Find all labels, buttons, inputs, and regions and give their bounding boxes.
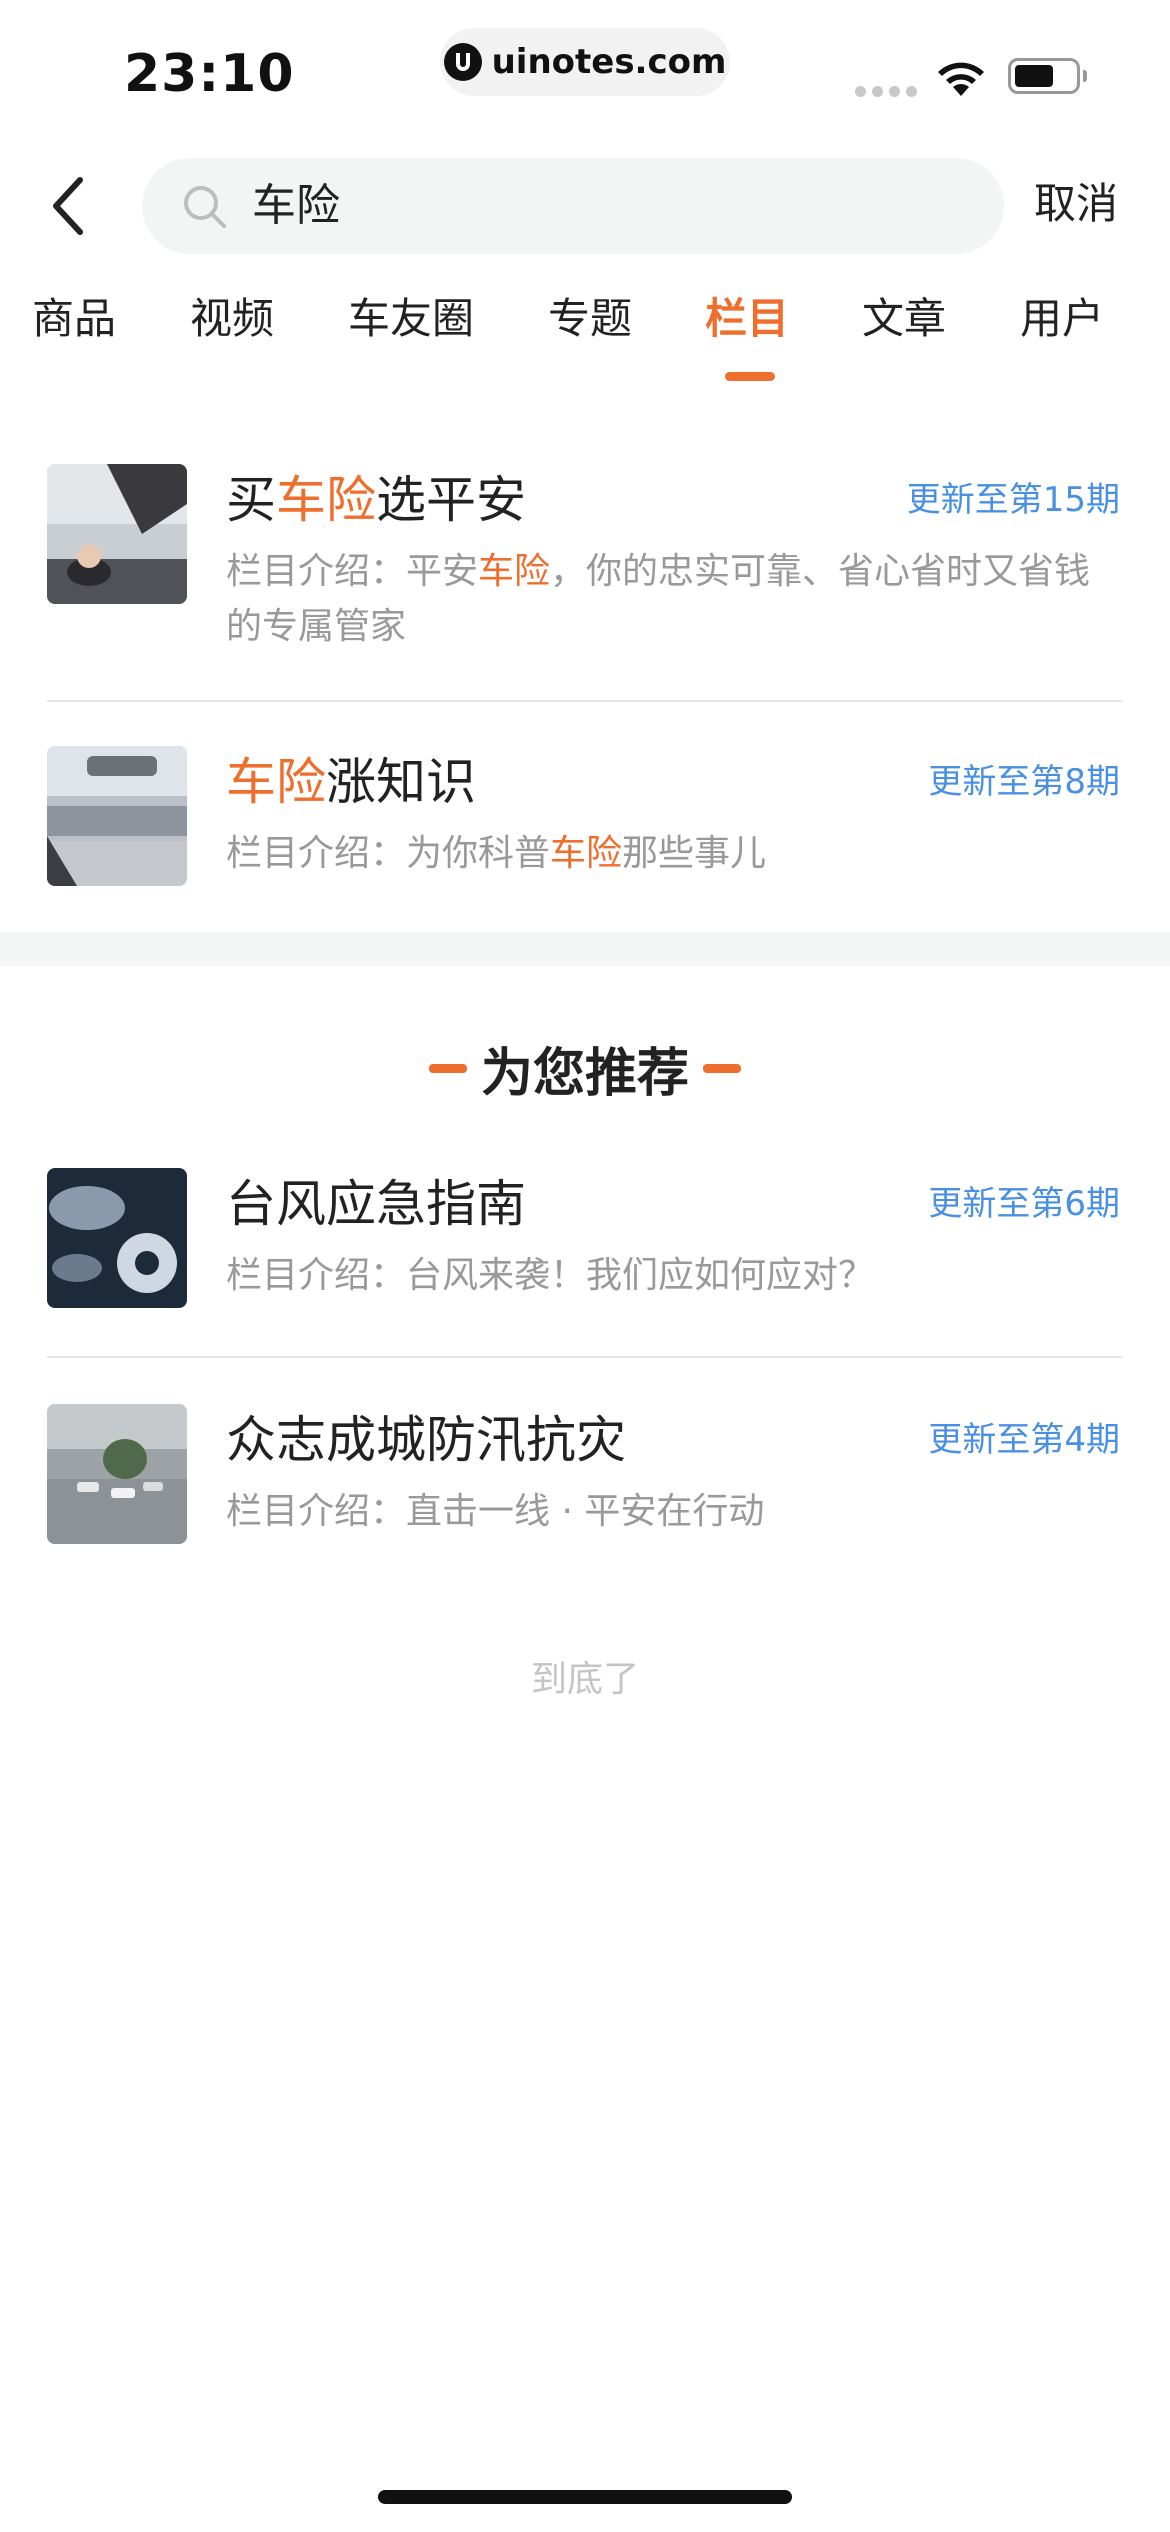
- watermark-badge: uinotes.com: [440, 28, 730, 96]
- search-input[interactable]: 车险: [142, 158, 1004, 254]
- wifi-icon: [938, 62, 984, 96]
- section-separator: [0, 932, 1170, 966]
- battery-icon: [1008, 58, 1080, 94]
- tab-car-circle[interactable]: 车友圈: [348, 288, 474, 350]
- tab-articles[interactable]: 文章: [862, 288, 946, 350]
- tab-topics[interactable]: 专题: [548, 288, 632, 350]
- battery-cap: [1083, 70, 1087, 82]
- column-title: 众志成城防汛抗灾: [226, 1411, 626, 1469]
- update-count: 更新至第15期: [906, 480, 1120, 520]
- column-description: 栏目介绍：直击一线 · 平安在行动: [226, 1491, 765, 1532]
- back-button[interactable]: [38, 168, 98, 244]
- column-description: 栏目介绍：平安车险，你的忠实可靠、省心省时又省钱的专属管家: [226, 551, 1091, 647]
- chevron-left-icon: [53, 177, 83, 235]
- divider: [47, 700, 1123, 702]
- column-title: 车险涨知识: [226, 753, 476, 811]
- search-icon: [184, 186, 226, 228]
- search-query[interactable]: 车险: [252, 178, 340, 234]
- cancel-button[interactable]: 取消: [1034, 176, 1118, 232]
- recommend-title: 为您推荐: [480, 1043, 689, 1104]
- heading-dash-left: [428, 1063, 467, 1073]
- tab-users[interactable]: 用户: [1020, 288, 1104, 350]
- divider: [47, 1356, 1123, 1358]
- status-time: 23:10: [124, 44, 295, 104]
- search-results-page: 23:10 uinotes.com 车险 取消 商品 视频 车友圈 专题 栏目 …: [0, 0, 1170, 2532]
- column-title: 买车险选平安: [226, 471, 526, 529]
- tab-videos[interactable]: 视频: [190, 288, 274, 350]
- active-tab-indicator: [725, 372, 775, 381]
- heading-dash-right: [703, 1063, 741, 1073]
- update-count: 更新至第4期: [928, 1420, 1120, 1460]
- column-thumbnail: [47, 746, 187, 886]
- tab-columns[interactable]: 栏目: [705, 288, 789, 350]
- tab-products[interactable]: 商品: [32, 288, 116, 350]
- category-tabs: 商品 视频 车友圈 专题 栏目 文章 用户: [0, 288, 1170, 388]
- watermark-logo-icon: [443, 43, 482, 81]
- column-description: 栏目介绍：台风来袭！我们应如何应对？: [226, 1255, 875, 1296]
- column-thumbnail: [47, 1404, 187, 1544]
- column-thumbnail: [47, 1168, 187, 1308]
- cellular-signal-icon: [855, 86, 917, 97]
- update-count: 更新至第8期: [928, 762, 1120, 802]
- column-thumbnail: [47, 464, 187, 604]
- column-description: 栏目介绍：为你科普车险那些事儿: [226, 833, 767, 874]
- home-indicator[interactable]: [378, 2490, 792, 2504]
- status-bar: 23:10 uinotes.com: [0, 0, 1170, 150]
- watermark-text: uinotes.com: [491, 42, 727, 82]
- update-count: 更新至第6期: [928, 1184, 1120, 1224]
- column-title: 台风应急指南: [226, 1175, 526, 1233]
- recommend-header: 为您推荐: [0, 1030, 1170, 1106]
- end-of-list-text: 到底了: [530, 1659, 639, 1700]
